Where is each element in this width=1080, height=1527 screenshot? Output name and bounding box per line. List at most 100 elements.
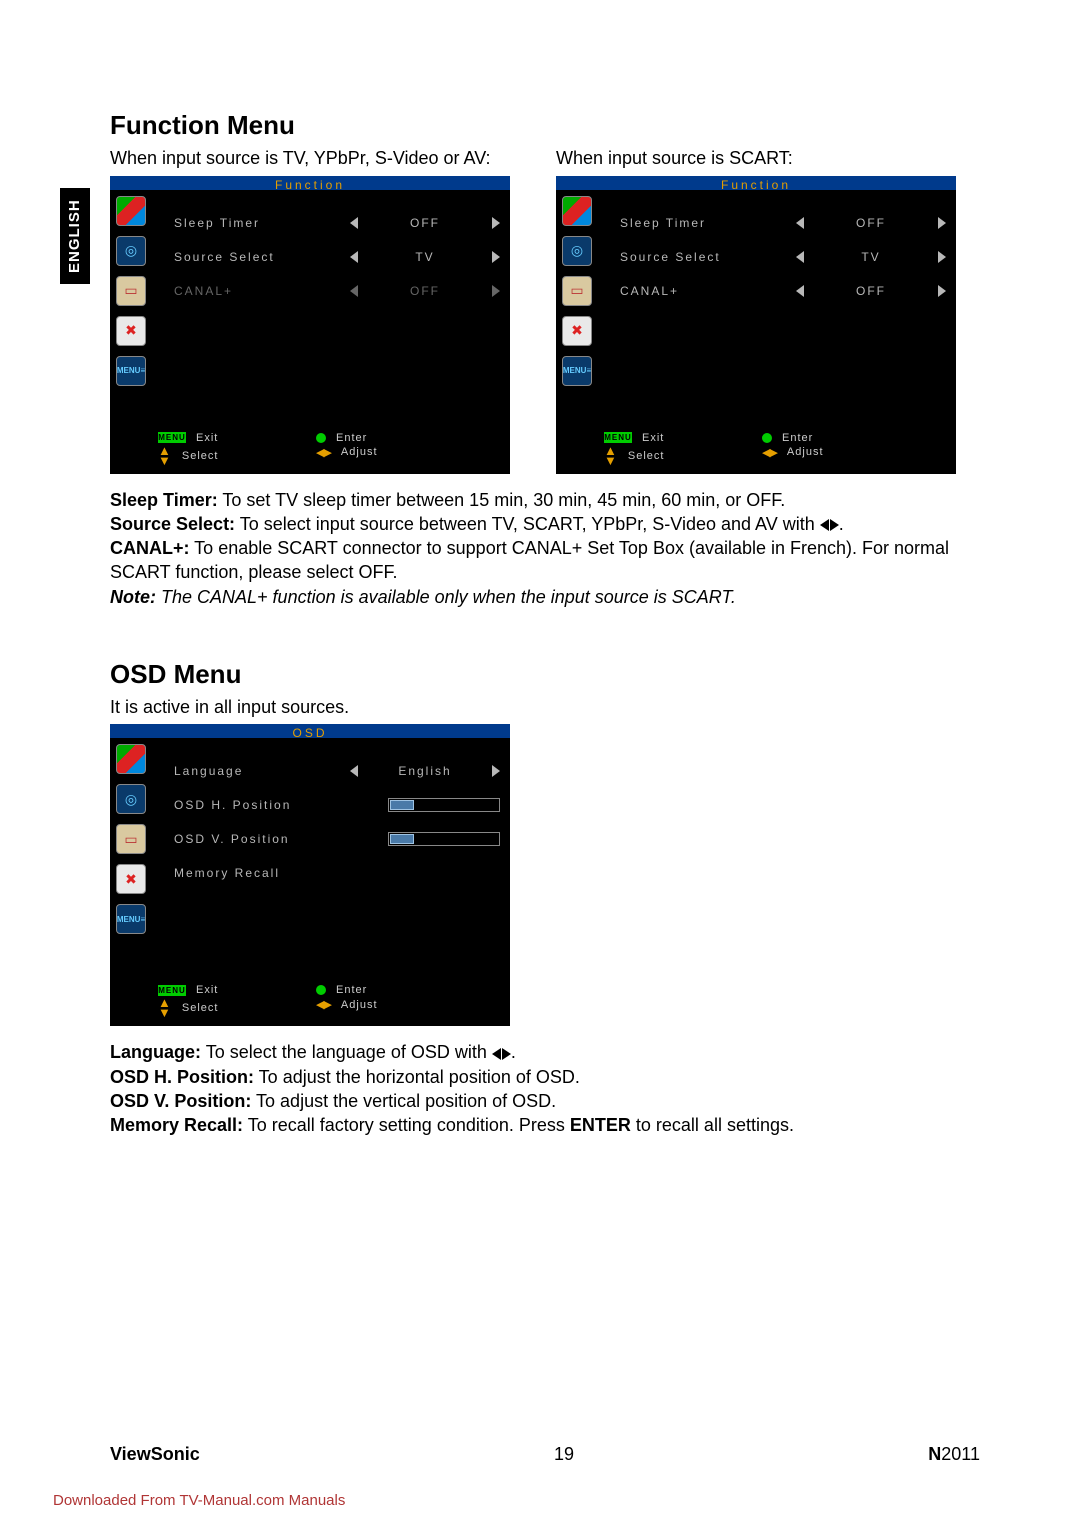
dot-glyph — [762, 433, 772, 443]
menu-icon[interactable]: MENU≡ — [116, 904, 146, 934]
download-note: Downloaded From TV-Manual.com Manuals — [53, 1492, 345, 1509]
footer-exit: Exit — [196, 432, 218, 444]
intro-left: When input source is TV, YPbPr, S-Video … — [110, 147, 534, 170]
arrow-right-icon[interactable] — [492, 765, 500, 777]
footer-select: Select — [628, 450, 665, 462]
osd-row[interactable]: Sleep Timer OFF — [174, 206, 500, 240]
footer-select: Select — [182, 1002, 219, 1014]
osd-row-value: OFF — [856, 284, 886, 298]
desc-text: To select the language of OSD with — [201, 1042, 492, 1062]
footer-enter: Enter — [782, 432, 813, 444]
desc-text: to recall all settings. — [631, 1115, 794, 1135]
desc-label: OSD V. Position: — [110, 1091, 251, 1111]
slider[interactable] — [388, 832, 500, 846]
footer-exit: Exit — [196, 984, 218, 996]
arrow-left-icon[interactable] — [350, 217, 358, 229]
language-tab: ENGLISH — [60, 188, 90, 284]
menu-icon[interactable]: MENU≡ — [116, 356, 146, 386]
arrow-right-icon[interactable] — [938, 285, 946, 297]
osd-title: OSD — [292, 726, 327, 740]
section-title-function: Function Menu — [110, 110, 980, 141]
tools-icon[interactable]: ✖ — [562, 316, 592, 346]
osd-row-value: OFF — [410, 284, 440, 298]
osd-row-label: OSD V. Position — [174, 832, 350, 846]
dot-glyph — [316, 985, 326, 995]
osd-row-label: Sleep Timer — [174, 216, 350, 230]
osd-row-value: OFF — [856, 216, 886, 230]
osd-footer: MENUExit ▲▼Select Enter ◀▶Adjust — [110, 980, 510, 1026]
arrow-right-icon[interactable] — [492, 217, 500, 229]
intro-osd: It is active in all input sources. — [110, 696, 980, 719]
osd-title: Function — [275, 178, 345, 192]
footer-adjust: Adjust — [341, 999, 378, 1011]
desc-text: To select input source between TV, SCART… — [235, 514, 820, 534]
signal-icon[interactable]: ◎ — [116, 784, 146, 814]
osd-row-label: Language — [174, 764, 350, 778]
note-label: Note: — [110, 587, 156, 607]
osd-row-value: English — [398, 764, 451, 778]
footer-exit: Exit — [642, 432, 664, 444]
note-text: The CANAL+ function is available only wh… — [156, 587, 736, 607]
section-title-osd: OSD Menu — [110, 659, 980, 690]
desc-label: OSD H. Position: — [110, 1067, 254, 1087]
leftright-glyph: ◀▶ — [762, 446, 777, 459]
osd-row[interactable]: Memory Recall — [174, 856, 500, 890]
footer-adjust: Adjust — [341, 446, 378, 458]
osd-row-label: CANAL+ — [174, 284, 350, 298]
arrow-right-icon[interactable] — [938, 217, 946, 229]
dot-glyph — [316, 433, 326, 443]
tv-icon[interactable]: ▭ — [116, 824, 146, 854]
updown-glyph: ▲▼ — [158, 998, 172, 1018]
updown-glyph: ▲▼ — [158, 446, 172, 466]
osd-osd-box: OSD ◎ ▭ ✖ MENU≡ Language English OSD H. … — [110, 724, 510, 1026]
page-footer: ViewSonic 19 N2011 — [110, 1444, 980, 1465]
footer-model: N2011 — [928, 1444, 980, 1465]
osd-row[interactable]: OSD V. Position — [174, 822, 500, 856]
arrow-left-icon — [350, 285, 358, 297]
osd-row-label: Source Select — [620, 250, 796, 264]
osd-function-box-av: Function ◎ ▭ ✖ MENU≡ Sleep Timer OFF — [110, 176, 510, 474]
signal-icon[interactable]: ◎ — [562, 236, 592, 266]
osd-row[interactable]: Language English — [174, 754, 500, 788]
color-icon[interactable] — [116, 744, 146, 774]
arrow-left-icon[interactable] — [796, 217, 804, 229]
arrow-left-icon[interactable] — [350, 251, 358, 263]
osd-row-label: CANAL+ — [620, 284, 796, 298]
slider[interactable] — [388, 798, 500, 812]
osd-row[interactable]: OSD H. Position — [174, 788, 500, 822]
tools-icon[interactable]: ✖ — [116, 864, 146, 894]
osd-footer: MENUExit ▲▼Select Enter ◀▶Adjust — [556, 428, 956, 474]
arrow-left-icon[interactable] — [796, 251, 804, 263]
tv-icon[interactable]: ▭ — [116, 276, 146, 306]
osd-row-value: OFF — [410, 216, 440, 230]
menu-icon[interactable]: MENU≡ — [562, 356, 592, 386]
osd-row[interactable]: Source Select TV — [174, 240, 500, 274]
color-icon[interactable] — [116, 196, 146, 226]
intro-right: When input source is SCART: — [556, 147, 980, 170]
arrow-left-icon[interactable] — [350, 765, 358, 777]
arrow-right-icon[interactable] — [492, 251, 500, 263]
color-icon[interactable] — [562, 196, 592, 226]
desc-enter: ENTER — [570, 1115, 631, 1135]
footer-page: 19 — [554, 1444, 574, 1465]
desc-label: Source Select: — [110, 514, 235, 534]
desc-text: To adjust the horizontal position of OSD… — [254, 1067, 580, 1087]
footer-enter: Enter — [336, 432, 367, 444]
osd-row[interactable]: CANAL+ OFF — [620, 274, 946, 308]
signal-icon[interactable]: ◎ — [116, 236, 146, 266]
footer-enter: Enter — [336, 984, 367, 996]
updown-glyph: ▲▼ — [604, 446, 618, 466]
arrow-left-icon[interactable] — [796, 285, 804, 297]
tools-icon[interactable]: ✖ — [116, 316, 146, 346]
arrow-right-icon[interactable] — [938, 251, 946, 263]
desc-text: To recall factory setting condition. Pre… — [243, 1115, 570, 1135]
leftright-glyph: ◀▶ — [316, 446, 331, 459]
osd-row[interactable]: Source Select TV — [620, 240, 946, 274]
tv-icon[interactable]: ▭ — [562, 276, 592, 306]
osd-title: Function — [721, 178, 791, 192]
osd-footer: MENUExit ▲▼Select Enter ◀▶Adjust — [110, 428, 510, 474]
osd-function-box-scart: Function ◎ ▭ ✖ MENU≡ Sleep Timer OFF — [556, 176, 956, 474]
osd-row[interactable]: Sleep Timer OFF — [620, 206, 946, 240]
osd-row-label: Sleep Timer — [620, 216, 796, 230]
desc-text: To enable SCART connector to support CAN… — [110, 538, 949, 582]
